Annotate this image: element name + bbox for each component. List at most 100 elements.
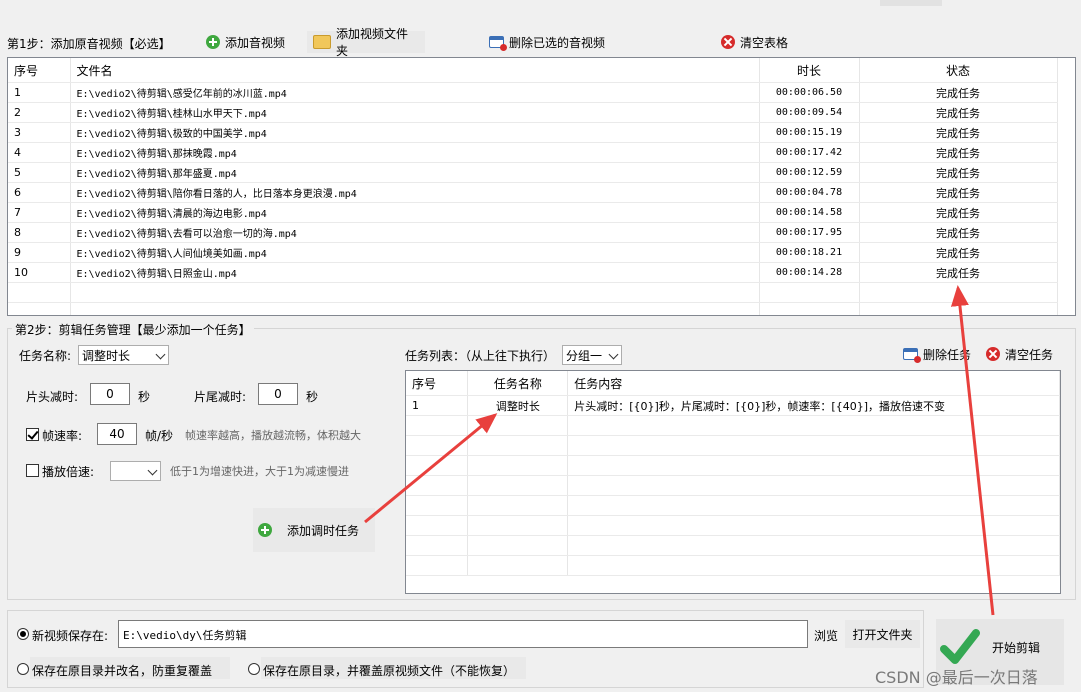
row-index: 5 <box>8 162 71 183</box>
delete-task-button[interactable]: 删除任务 <box>897 343 977 365</box>
step2-label: 第2步：剪辑任务管理【最少添加一个任务】 <box>12 321 254 338</box>
row-status: 完成任务 <box>859 162 1058 183</box>
group-select[interactable]: 分组一 <box>562 345 622 365</box>
row-index: 8 <box>8 222 71 243</box>
step1-label: 第1步：添加原音视频【必选】 <box>7 37 171 51</box>
row-index: 7 <box>8 202 71 223</box>
task-table-header: 序号 任务名称 任务内容 <box>406 371 1060 396</box>
table-row[interactable]: 10 E:\vedio2\待剪辑\日照金山.mp4 00:00:14.28 完成任务 <box>8 262 1058 283</box>
head-cut-value: 0 <box>106 387 114 401</box>
table-row[interactable]: 1 E:\vedio2\待剪辑\感受亿年前的冰川蓝.mp4 00:00:06.50 完… <box>8 82 1058 103</box>
row-index: 1 <box>8 82 71 103</box>
row-index: 2 <box>8 102 71 123</box>
task-table[interactable]: 序号 任务名称 任务内容 1 调整时长 片头减时：[{0}]秒，片尾减时：[{0… <box>405 370 1061 594</box>
row-task-content: 片头减时：[{0}]秒，片尾减时：[{0}]秒，帧速率：[{40}]，播放倍速不… <box>567 395 1060 416</box>
table-row[interactable]: 7 E:\vedio2\待剪辑\清晨的海边电影.mp4 00:00:14.58 完成任… <box>8 202 1058 223</box>
browse-button[interactable]: 浏览 <box>814 627 838 644</box>
add-av-label: 添加音视频 <box>225 35 286 50</box>
row-status: 完成任务 <box>859 242 1058 263</box>
group-value: 分组一 <box>566 348 603 363</box>
row-duration: 00:00:14.28 <box>759 262 860 283</box>
add-folder-button[interactable]: 添加视频文件夹 <box>307 27 425 58</box>
tail-cut-unit: 秒 <box>306 390 319 404</box>
new-save-radio[interactable] <box>17 628 29 640</box>
add-icon <box>258 523 272 537</box>
table-row[interactable]: 5 E:\vedio2\待剪辑\那年盛夏.mp4 00:00:12.59 完成任务 <box>8 162 1058 183</box>
add-task-button[interactable]: 添加调时任务 <box>253 508 375 552</box>
speed-select[interactable] <box>110 461 161 481</box>
open-folder-button[interactable]: 打开文件夹 <box>845 620 920 648</box>
file-table[interactable]: 序号 文件名 时长 状态 1 E:\vedio2\待剪辑\感受亿年前的冰川蓝.mp… <box>7 57 1076 316</box>
chevron-down-icon <box>155 349 166 360</box>
folder-icon <box>313 35 331 49</box>
fps-checkbox[interactable] <box>26 428 39 441</box>
tail-cut-input[interactable]: 0 <box>258 383 298 405</box>
top-edge-button[interactable] <box>880 0 942 6</box>
table-row[interactable]: 1 调整时长 片头减时：[{0}]秒，片尾减时：[{0}]秒，帧速率：[{40}… <box>406 395 1060 416</box>
row-task-name: 调整时长 <box>467 395 569 416</box>
speed-checkbox[interactable] <box>26 464 39 477</box>
head-cut-unit: 秒 <box>138 390 151 404</box>
add-task-label: 添加调时任务 <box>287 523 360 538</box>
table-row[interactable]: 9 E:\vedio2\待剪辑\人间仙境美如画.mp4 00:00:18.21 完成任… <box>8 242 1058 263</box>
task-name-label: 任务名称: <box>19 349 72 363</box>
row-filename: E:\vedio2\待剪辑\极致的中国美学.mp4 <box>70 122 760 143</box>
overwrite-label: 保存在原目录，并覆盖原视频文件（不能恢复） <box>263 664 516 678</box>
row-duration: 00:00:14.58 <box>759 202 860 223</box>
table-row[interactable]: 3 E:\vedio2\待剪辑\极致的中国美学.mp4 00:00:15.19 完成任… <box>8 122 1058 143</box>
delete-window-icon <box>903 348 921 363</box>
head-cut-label: 片头减时: <box>26 390 79 404</box>
clear-tasks-button[interactable]: 清空任务 <box>980 343 1059 365</box>
row-filename: E:\vedio2\待剪辑\去看可以治愈一切的海.mp4 <box>70 222 760 243</box>
row-index: 6 <box>8 182 71 203</box>
col-status-header[interactable]: 状态 <box>859 58 1058 83</box>
clear-table-button[interactable]: 清空表格 <box>715 31 794 53</box>
save-path-value: E:\vedio\dy\任务剪辑 <box>123 629 247 642</box>
row-index: 10 <box>8 262 71 283</box>
fps-unit: 帧/秒 <box>145 429 174 443</box>
speed-hint: 低于1为增速快进，大于1为减速慢进 <box>170 465 349 478</box>
row-filename: E:\vedio2\待剪辑\桂林山水甲天下.mp4 <box>70 102 760 123</box>
row-duration: 00:00:15.19 <box>759 122 860 143</box>
row-status: 完成任务 <box>859 82 1058 103</box>
chevron-down-icon <box>147 465 158 476</box>
col-index-header[interactable]: 序号 <box>8 58 71 83</box>
clear-table-label: 清空表格 <box>740 35 789 50</box>
table-row[interactable]: 2 E:\vedio2\待剪辑\桂林山水甲天下.mp4 00:00:09.54 完成任… <box>8 102 1058 123</box>
col-duration-header[interactable]: 时长 <box>759 58 860 83</box>
empty-row <box>406 495 1060 516</box>
table-row[interactable]: 6 E:\vedio2\待剪辑\陪你看日落的人，比日落本身更浪漫.mp4 00:00… <box>8 182 1058 203</box>
col-task-content-header[interactable]: 任务内容 <box>567 371 1060 396</box>
empty-row <box>406 435 1060 456</box>
head-cut-input[interactable]: 0 <box>90 383 130 405</box>
row-index: 3 <box>8 122 71 143</box>
col-index-header[interactable]: 序号 <box>406 371 469 396</box>
task-name-select[interactable]: 调整时长 <box>78 345 169 365</box>
overwrite-radio[interactable] <box>248 663 260 675</box>
clear-icon <box>721 35 735 49</box>
watermark: CSDN @最后一次日落 <box>875 668 1038 687</box>
fps-hint: 帧速率越高，播放越流畅，体积越大 <box>185 429 361 442</box>
delete-window-icon <box>489 36 507 51</box>
row-status: 完成任务 <box>859 222 1058 243</box>
clear-tasks-label: 清空任务 <box>1005 347 1054 362</box>
col-task-name-header[interactable]: 任务名称 <box>467 371 569 396</box>
fps-input[interactable]: 40 <box>97 423 137 445</box>
table-row[interactable]: 8 E:\vedio2\待剪辑\去看可以治愈一切的海.mp4 00:00:17.95… <box>8 222 1058 243</box>
add-folder-label: 添加视频文件夹 <box>336 27 409 58</box>
rename-radio[interactable] <box>17 663 29 675</box>
clear-icon <box>986 347 1000 361</box>
delete-selected-button[interactable]: 删除已选的音视频 <box>483 31 611 53</box>
add-icon <box>206 35 220 49</box>
row-status: 完成任务 <box>859 182 1058 203</box>
row-duration: 00:00:17.95 <box>759 222 860 243</box>
row-duration: 00:00:17.42 <box>759 142 860 163</box>
save-path-input[interactable]: E:\vedio\dy\任务剪辑 <box>118 620 808 648</box>
empty-row <box>406 535 1060 556</box>
add-av-button[interactable]: 添加音视频 <box>200 31 291 53</box>
row-filename: E:\vedio2\待剪辑\清晨的海边电影.mp4 <box>70 202 760 223</box>
delete-selected-label: 删除已选的音视频 <box>509 35 606 50</box>
table-row[interactable]: 4 E:\vedio2\待剪辑\那抹晚霞.mp4 00:00:17.42 完成任务 <box>8 142 1058 163</box>
file-table-header: 序号 文件名 时长 状态 <box>8 58 1058 83</box>
col-filename-header[interactable]: 文件名 <box>70 58 760 83</box>
